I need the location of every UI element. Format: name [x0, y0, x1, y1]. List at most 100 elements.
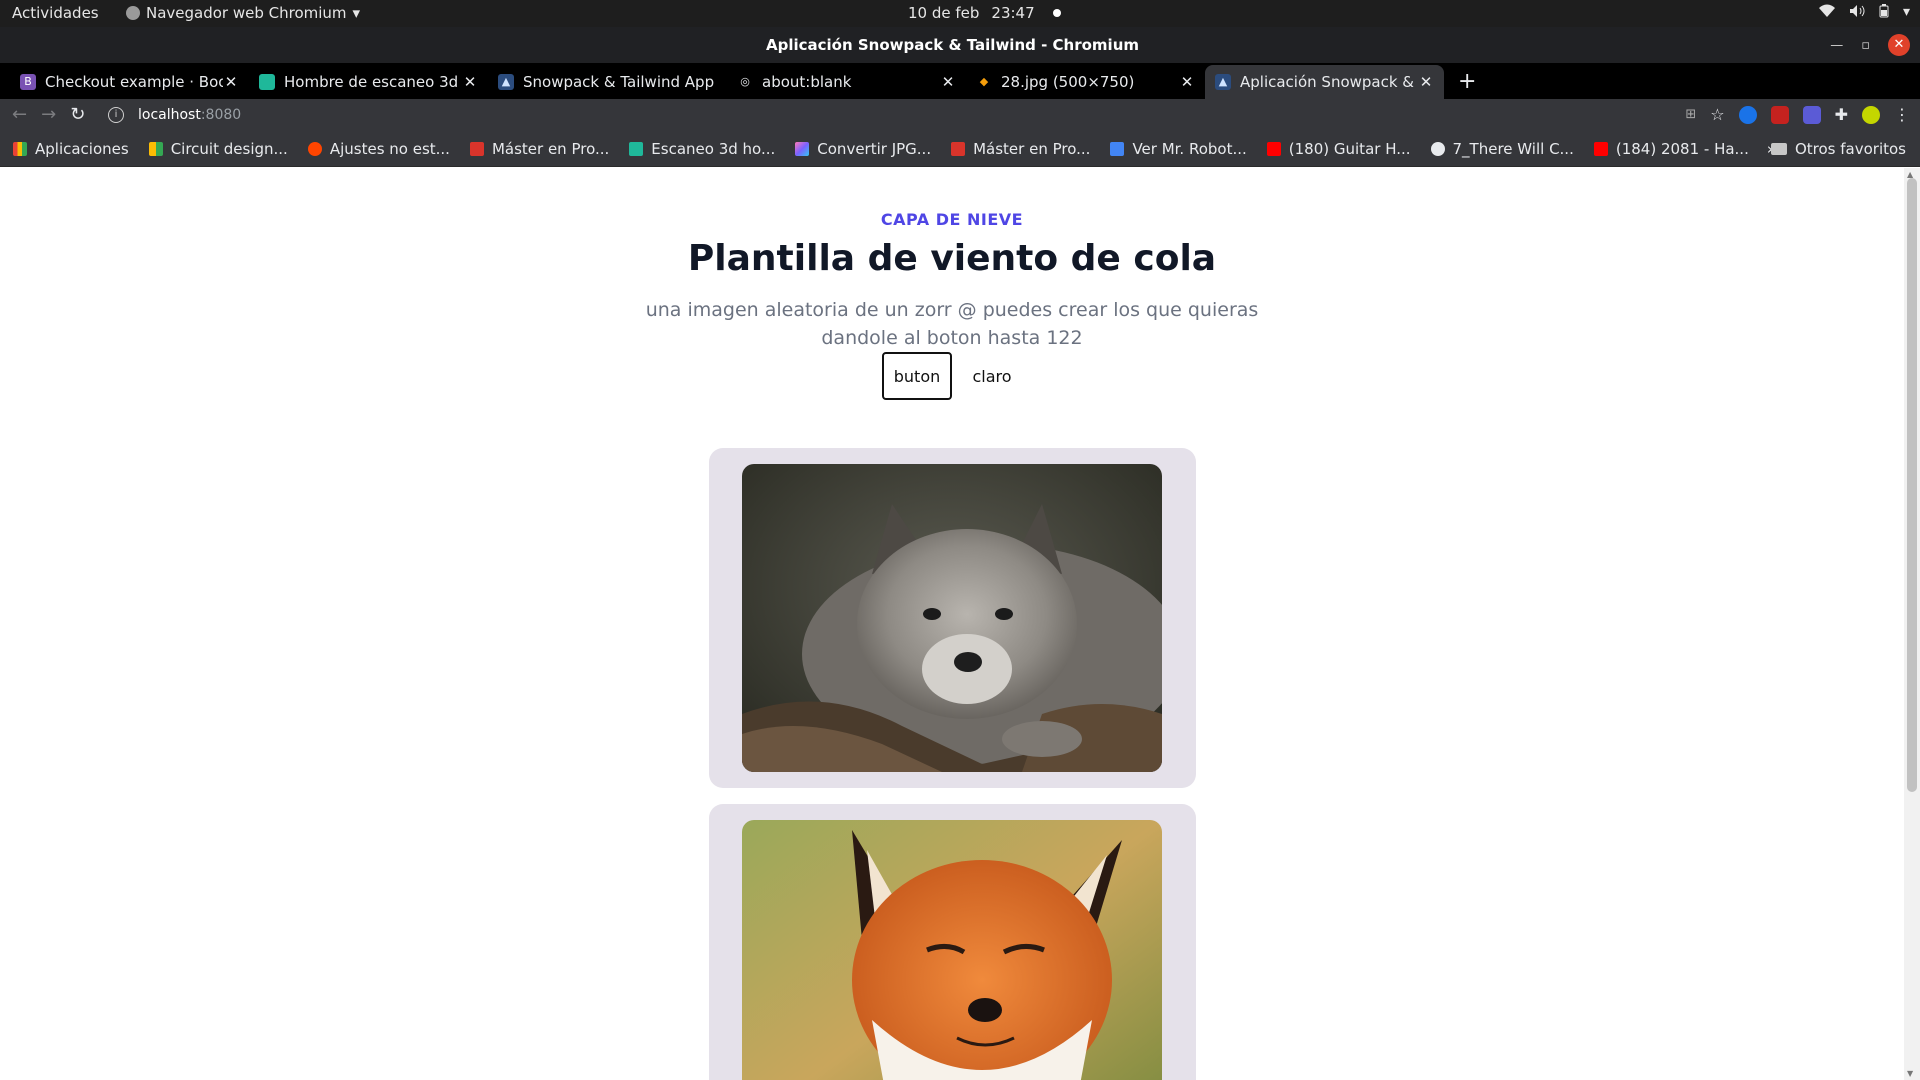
- bookmark-mr-robot[interactable]: Ver Mr. Robot...: [1110, 140, 1247, 158]
- tab-28-jpg[interactable]: ◆ 28.jpg (500×750) ✕: [966, 65, 1205, 99]
- bookmark-label: Máster en Pro...: [973, 140, 1091, 158]
- shield-icon: [1110, 142, 1125, 156]
- app-menu-label: Navegador web Chromium: [146, 4, 347, 22]
- tab-aplicacion-snowpack[interactable]: ▲ Aplicación Snowpack & Ta ✕: [1205, 65, 1444, 99]
- tab-close-icon[interactable]: ✕: [1418, 73, 1434, 91]
- other-bookmarks-label: Otros favoritos: [1794, 140, 1906, 158]
- tab-label: Aplicación Snowpack & Ta: [1240, 73, 1418, 91]
- fox-card: [709, 804, 1196, 1080]
- bookmark-label: (180) Guitar H...: [1288, 140, 1411, 158]
- scroll-down-arrow-icon[interactable]: ▼: [1907, 1069, 1913, 1078]
- bookmark-2081[interactable]: (184) 2081 - Ha...: [1593, 140, 1749, 158]
- convert-jpg-icon: [795, 142, 810, 156]
- bookmark-master-1[interactable]: Máster en Pro...: [469, 140, 609, 158]
- button-group: buton claro: [0, 352, 1904, 400]
- tab-close-icon[interactable]: ✕: [223, 73, 239, 91]
- apps-grid-icon: [13, 142, 27, 156]
- activities-button[interactable]: Actividades: [12, 4, 99, 22]
- tab-checkout[interactable]: B Checkout example · Boots ✕: [10, 65, 249, 99]
- claro-button[interactable]: claro: [962, 352, 1022, 400]
- snowpack-favicon-icon: ▲: [1215, 74, 1231, 90]
- youtube-icon: [1266, 142, 1281, 156]
- cgtrader-favicon-icon: [259, 74, 275, 90]
- bookmark-label: Convertir JPG...: [817, 140, 932, 158]
- tab-snowpack-tailwind[interactable]: ▲ Snowpack & Tailwind App: [488, 65, 727, 99]
- minimize-button[interactable]: —: [1830, 38, 1843, 53]
- toolbar-actions: ⊞ ☆ ✚ ⋮: [1685, 105, 1910, 124]
- page-scrollbar[interactable]: ▲ ▼: [1904, 168, 1920, 1080]
- address-bar[interactable]: i localhost :8080: [108, 101, 1708, 129]
- bookmark-apps[interactable]: Aplicaciones: [13, 140, 129, 158]
- bookmark-label: Aplicaciones: [35, 140, 129, 158]
- bookmark-star-icon[interactable]: ☆: [1710, 105, 1724, 124]
- buton-button[interactable]: buton: [882, 352, 952, 400]
- profile-avatar[interactable]: [1862, 105, 1880, 124]
- page-subtitle: una imagen aleatoria de un zorr @ puedes…: [645, 299, 1259, 349]
- chromium-icon: [126, 6, 140, 20]
- youtube-icon: [1593, 142, 1608, 156]
- bookmark-circuit-design[interactable]: Circuit design...: [148, 140, 288, 158]
- bookmark-there-will[interactable]: 7_There Will C...: [1430, 140, 1574, 158]
- maximize-button[interactable]: ▫: [1861, 38, 1870, 53]
- bootstrap-favicon-icon: B: [20, 74, 36, 90]
- other-bookmarks-folder[interactable]: Otros favoritos: [1770, 140, 1906, 158]
- cgtrader-icon: [629, 142, 644, 156]
- extension-1password-icon[interactable]: [1738, 105, 1757, 124]
- notification-dot-icon: [1052, 9, 1061, 17]
- fox-card: [709, 448, 1196, 788]
- clock[interactable]: 10 de feb 23:47: [908, 4, 1061, 22]
- navigation-buttons: ← → ↻: [12, 104, 85, 125]
- page-title: Plantilla de viento de cola: [687, 238, 1217, 279]
- bookmark-label: Ajustes no est...: [329, 140, 450, 158]
- tab-label: about:blank: [762, 73, 852, 91]
- scrollbar-thumb[interactable]: [1907, 178, 1917, 792]
- bookmark-label: Ver Mr. Robot...: [1132, 140, 1247, 158]
- bookmark-convertir-jpg[interactable]: Convertir JPG...: [795, 140, 931, 158]
- forward-arrow-icon[interactable]: →: [41, 104, 56, 125]
- url-port: :8080: [200, 107, 242, 123]
- system-menu-chevron-icon: ▾: [1902, 4, 1910, 20]
- tab-label: 28.jpg (500×750): [1001, 73, 1135, 91]
- extension-red-icon[interactable]: [1770, 105, 1789, 124]
- reload-icon[interactable]: ↻: [70, 104, 85, 125]
- menu-kebab-icon[interactable]: ⋮: [1894, 105, 1910, 124]
- master-icon: [469, 142, 484, 156]
- app-menu[interactable]: Navegador web Chromium ▾: [126, 4, 360, 22]
- bookmark-reddit[interactable]: Ajustes no est...: [307, 140, 450, 158]
- eyebrow-label: CAPA DE NIEVE: [880, 210, 1024, 229]
- translate-icon[interactable]: ⊞: [1685, 107, 1696, 122]
- master-icon: [951, 142, 966, 156]
- bookmark-label: Escaneo 3d ho...: [651, 140, 776, 158]
- system-tray[interactable]: ▾: [1818, 4, 1910, 22]
- glasses-icon: [1430, 142, 1445, 156]
- wifi-icon: [1818, 4, 1835, 22]
- browser-toolbar: ← → ↻ i localhost :8080 ⊞ ☆ ✚ ⋮: [0, 99, 1920, 132]
- tab-about-blank[interactable]: ◎ about:blank ✕: [727, 65, 966, 99]
- folder-icon: [1770, 143, 1787, 155]
- bookmarks-bar: Aplicaciones Circuit design... Ajustes n…: [0, 132, 1920, 167]
- clock-date: 10 de feb: [908, 4, 980, 22]
- reddit-icon: [307, 142, 322, 156]
- snowpack-favicon-icon: ▲: [498, 74, 514, 90]
- globe-icon: ◎: [740, 75, 750, 88]
- image-favicon-icon: ◆: [979, 75, 989, 88]
- tab-close-icon[interactable]: ✕: [462, 73, 478, 91]
- url-host: localhost: [138, 107, 201, 123]
- red-fox-photo: [742, 820, 1162, 1080]
- new-tab-button[interactable]: +: [1458, 65, 1476, 99]
- bookmark-master-2[interactable]: Máster en Pro...: [951, 140, 1090, 158]
- bookmark-escaneo[interactable]: Escaneo 3d ho...: [629, 140, 775, 158]
- bookmark-guitar[interactable]: (180) Guitar H...: [1266, 140, 1411, 158]
- tab-close-icon[interactable]: ✕: [1179, 73, 1195, 91]
- tab-hombre-escaneo[interactable]: Hombre de escaneo 3d 1 | ✕: [249, 65, 488, 99]
- site-info-icon[interactable]: i: [108, 107, 124, 123]
- window-title: Aplicación Snowpack & Tailwind - Chromiu…: [765, 36, 1140, 54]
- tab-close-icon[interactable]: ✕: [940, 73, 956, 91]
- back-arrow-icon[interactable]: ←: [12, 104, 27, 125]
- page-viewport: CAPA DE NIEVE Plantilla de viento de col…: [0, 168, 1904, 1080]
- extension-purple-icon[interactable]: [1802, 105, 1821, 124]
- battery-icon: [1879, 4, 1889, 22]
- window-controls: — ▫ ✕: [1830, 34, 1910, 56]
- close-window-button[interactable]: ✕: [1888, 34, 1910, 56]
- extensions-puzzle-icon[interactable]: ✚: [1835, 105, 1848, 124]
